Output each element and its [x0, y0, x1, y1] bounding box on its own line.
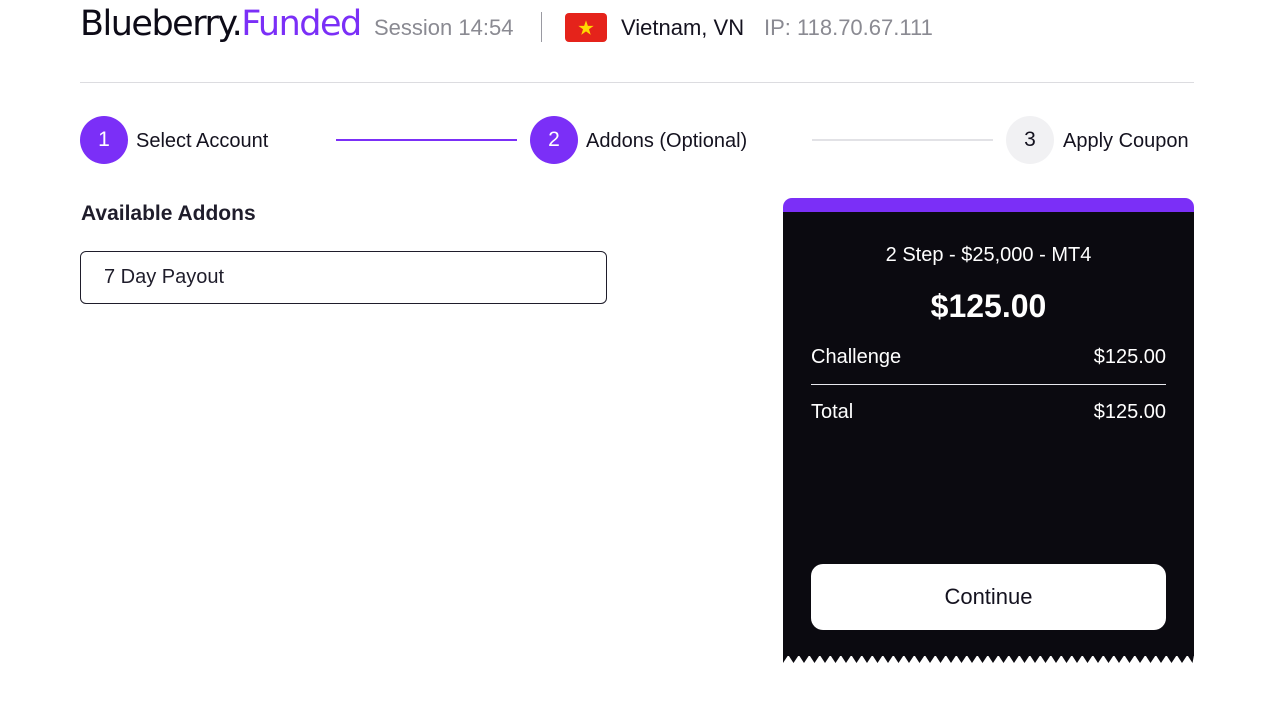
product-name: 2 Step - $25,000 - MT4 [885, 244, 1092, 266]
addon-7-day-payout[interactable]: 7 Day Payout [80, 251, 607, 304]
order-summary-panel: 2 Step - $25,000 - MT4 $125.00 Challenge… [783, 198, 1194, 670]
summary-row-value: $125.00 [1093, 346, 1166, 368]
top-header: Blueberry.Funded Session 14:54 Vietnam, … [80, 0, 1194, 83]
session-timer: Session 14:54 [374, 15, 514, 40]
logo-primary: Blueberry. [80, 4, 243, 44]
step-3-label[interactable]: Apply Coupon [1063, 129, 1189, 153]
step-3-circle[interactable]: 3 [1006, 116, 1054, 164]
logo-accent: Funded [241, 4, 362, 44]
step-2-label[interactable]: Addons (Optional) [586, 129, 747, 153]
brand-logo[interactable]: Blueberry.Funded [80, 4, 362, 44]
continue-button[interactable]: Continue [811, 564, 1166, 630]
product-price: $125.00 [930, 288, 1047, 324]
summary-row-total: Total $125.00 [811, 401, 1166, 424]
step-1-circle[interactable]: 1 [80, 116, 128, 164]
summary-divider [811, 384, 1166, 385]
summary-row-challenge: Challenge $125.00 [811, 346, 1166, 369]
step-1-label[interactable]: Select Account [136, 129, 268, 153]
summary-zigzag-edge [783, 655, 1194, 663]
summary-row-value: $125.00 [1093, 401, 1166, 423]
addons-title: Available Addons [81, 202, 256, 225]
vietnam-flag-icon [565, 13, 607, 42]
header-divider [541, 12, 542, 42]
summary-row-label: Total [811, 401, 854, 423]
ip-address: IP: 118.70.67.111 [764, 15, 933, 40]
step-2-circle[interactable]: 2 [530, 116, 578, 164]
step-connector-1 [336, 139, 517, 141]
step-connector-2 [812, 139, 993, 141]
country-label: Vietnam, VN [621, 15, 745, 40]
summary-row-label: Challenge [811, 346, 902, 368]
